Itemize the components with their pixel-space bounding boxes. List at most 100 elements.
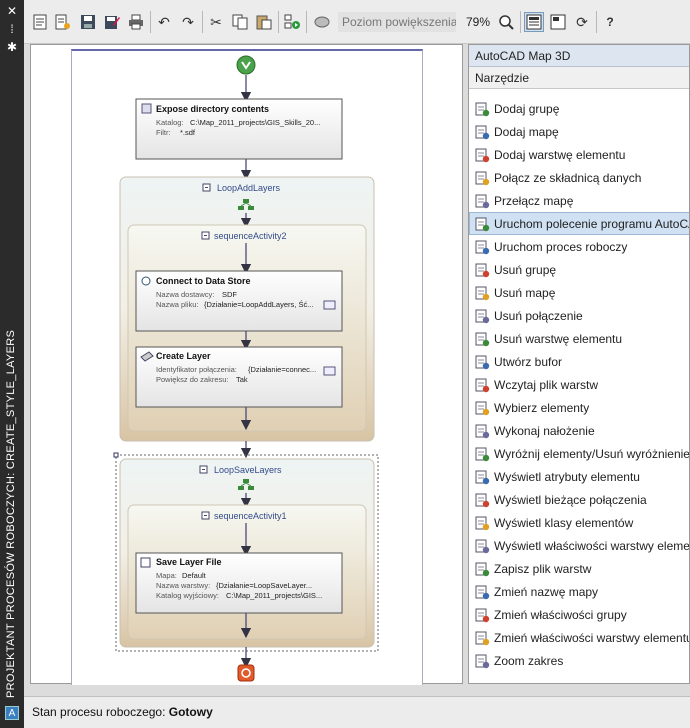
- redo-icon[interactable]: ↷: [178, 12, 198, 32]
- activity-item-label: Wykonaj nałożenie: [494, 423, 595, 438]
- activity-item[interactable]: Wykonaj nałożenie: [469, 419, 689, 442]
- help-icon[interactable]: ?: [600, 12, 620, 32]
- add-group-icon: [474, 101, 490, 117]
- save-as-icon[interactable]: [102, 12, 122, 32]
- activity-item[interactable]: Przełącz mapę: [469, 189, 689, 212]
- activity-item-label: Usuń grupę: [494, 262, 557, 277]
- activity-item[interactable]: Uruchom polecenie programu AutoCAD: [469, 212, 689, 235]
- workflow-end-icon: [237, 664, 255, 682]
- activity-item-label: Połącz ze składnicą danych: [494, 170, 642, 185]
- activity-item[interactable]: Wyróżnij elementy/Usuń wyróżnienie: [469, 442, 689, 465]
- undo-icon[interactable]: ↶: [154, 12, 174, 32]
- param-label: Identyfikator połączenia:: [156, 365, 237, 374]
- copy-icon[interactable]: [230, 12, 250, 32]
- close-icon[interactable]: ✕: [4, 4, 20, 18]
- activity-item[interactable]: Usuń mapę: [469, 281, 689, 304]
- param-label: Powiększ do zakresu:: [156, 375, 229, 384]
- new-from-template-icon[interactable]: [52, 12, 72, 32]
- workflow-start-icon: [236, 55, 256, 75]
- toolbox-header[interactable]: AutoCAD Map 3D: [469, 45, 689, 67]
- activity-item-label: Dodaj warstwę elementu: [494, 147, 626, 162]
- activity-item[interactable]: Wyświetl klasy elementów: [469, 511, 689, 534]
- activity-item[interactable]: Wybierz elementy: [469, 396, 689, 419]
- overlay-icon: [474, 423, 490, 439]
- connect-data-store-icon: [474, 170, 490, 186]
- activity-expose-directory[interactable]: Expose directory contents Katalog: C:\Ma…: [135, 98, 343, 160]
- activity-toolbox: AutoCAD Map 3D Narzędzie Dodaj grupę Doda…: [468, 44, 690, 684]
- activity-item[interactable]: Usuń połączenie: [469, 304, 689, 327]
- activity-item-label: Usuń mapę: [494, 285, 556, 300]
- zoom-tool-icon[interactable]: [312, 12, 332, 32]
- status-bar: Stan procesu roboczego: Gotowy: [24, 696, 690, 728]
- activity-item[interactable]: Utwórz bufor: [469, 350, 689, 373]
- activity-item[interactable]: Zmień właściwości warstwy elementu: [469, 626, 690, 649]
- activity-item[interactable]: Uruchom proces roboczy: [469, 235, 689, 258]
- activity-item[interactable]: Zoom zakres: [469, 649, 689, 672]
- activity-item[interactable]: Wyświetl właściwości warstwy elementu: [469, 534, 690, 557]
- loop-save-layers[interactable]: LoopSaveLayers sequenceActivity1 Save La…: [113, 452, 379, 652]
- activity-connect-data-store[interactable]: Connect to Data Store Nazwa dostawcy: SD…: [135, 270, 343, 332]
- activity-item[interactable]: Usuń grupę: [469, 258, 689, 281]
- run-icon[interactable]: [282, 12, 302, 32]
- cut-icon[interactable]: ✂: [206, 12, 226, 32]
- pin-icon[interactable]: ⁞: [4, 22, 20, 36]
- activity-item[interactable]: Dodaj mapę: [469, 120, 689, 143]
- param-value: Tak: [236, 375, 248, 384]
- autocad-icon[interactable]: A: [5, 706, 19, 720]
- activity-item-label: Wczytaj plik warstw: [494, 377, 599, 392]
- binding-icon[interactable]: [323, 366, 336, 376]
- param-label: Nazwa dostawcy:: [156, 290, 214, 299]
- highlight-features-icon: [474, 446, 490, 462]
- activity-item[interactable]: Zapisz plik warstw: [469, 557, 689, 580]
- activity-item[interactable]: Zmień nazwę mapy: [469, 580, 689, 603]
- param-value: SDF: [222, 290, 237, 299]
- activity-create-layer[interactable]: Create Layer Identyfikator połączenia: {…: [135, 346, 343, 408]
- activity-item[interactable]: Usuń warstwę elementu: [469, 327, 689, 350]
- paste-icon[interactable]: [254, 12, 274, 32]
- zoom-level-value[interactable]: 79%: [466, 12, 490, 32]
- load-layer-file-icon: [474, 377, 490, 393]
- remove-group-icon: [474, 262, 490, 278]
- activity-item[interactable]: Dodaj warstwę elementu: [469, 143, 689, 166]
- group-properties-icon: [474, 607, 490, 623]
- loop-add-layers[interactable]: LoopAddLayers sequenceActivity2 Connect …: [119, 176, 375, 442]
- activity-save-layer-file[interactable]: Save Layer File Mapa: Default Nazwa wars…: [135, 552, 343, 614]
- workflow-designer-canvas[interactable]: Expose directory contents Katalog: C:\Ma…: [30, 44, 463, 685]
- activity-item[interactable]: Zmień właściwości grupy: [469, 603, 689, 626]
- activity-title: Create Layer: [156, 351, 211, 361]
- new-icon[interactable]: [30, 12, 50, 32]
- view-toggle-icon[interactable]: [524, 12, 544, 32]
- add-map-icon: [474, 124, 490, 140]
- sequence-title: sequenceActivity2: [214, 231, 287, 241]
- properties-icon[interactable]: [548, 12, 568, 32]
- zoom-fit-icon[interactable]: [496, 12, 516, 32]
- activity-title: Expose directory contents: [156, 104, 269, 114]
- activity-item[interactable]: Wyświetl bieżące połączenia: [469, 488, 689, 511]
- feature-classes-icon: [474, 515, 490, 531]
- sequence-title: sequenceActivity1: [214, 511, 287, 521]
- activity-item[interactable]: Wczytaj plik warstw: [469, 373, 689, 396]
- param-label: Katalog:: [156, 118, 184, 127]
- activity-item-label: Zmień nazwę mapy: [494, 584, 599, 599]
- activity-item[interactable]: Dodaj grupę: [469, 97, 689, 120]
- param-value: Default: [182, 571, 207, 580]
- activity-item[interactable]: Połącz ze składnicą danych: [469, 166, 689, 189]
- activity-item-label: Dodaj mapę: [494, 124, 559, 139]
- refresh-icon[interactable]: ⟳: [572, 12, 592, 32]
- print-icon[interactable]: [126, 12, 146, 32]
- activity-item-label: Wyświetl właściwości warstwy elementu: [494, 538, 690, 553]
- param-value: {Działanie=connec...: [248, 365, 316, 374]
- sequence-activity-1[interactable]: sequenceActivity1 Save Layer File Mapa: …: [127, 504, 367, 640]
- activity-item-label: Usuń warstwę elementu: [494, 331, 623, 346]
- param-label: Katalog wyjściowy:: [156, 591, 219, 600]
- activity-item[interactable]: Wyświetl atrybuty elementu: [469, 465, 689, 488]
- activity-item-label: Zmień właściwości warstwy elementu: [494, 630, 690, 645]
- sequence-activity-2[interactable]: sequenceActivity2 Connect to Data Store …: [127, 224, 367, 432]
- settings-icon[interactable]: ✱: [4, 40, 20, 54]
- toolbar: ↶ ↷ ✂ Poziom powiększenia 79% ⟳ ?: [24, 0, 690, 44]
- param-value: *.sdf: [180, 128, 196, 137]
- binding-icon[interactable]: [323, 300, 336, 310]
- toolbox-category[interactable]: Narzędzie: [469, 67, 689, 89]
- switch-map-icon: [474, 193, 490, 209]
- save-icon[interactable]: [78, 12, 98, 32]
